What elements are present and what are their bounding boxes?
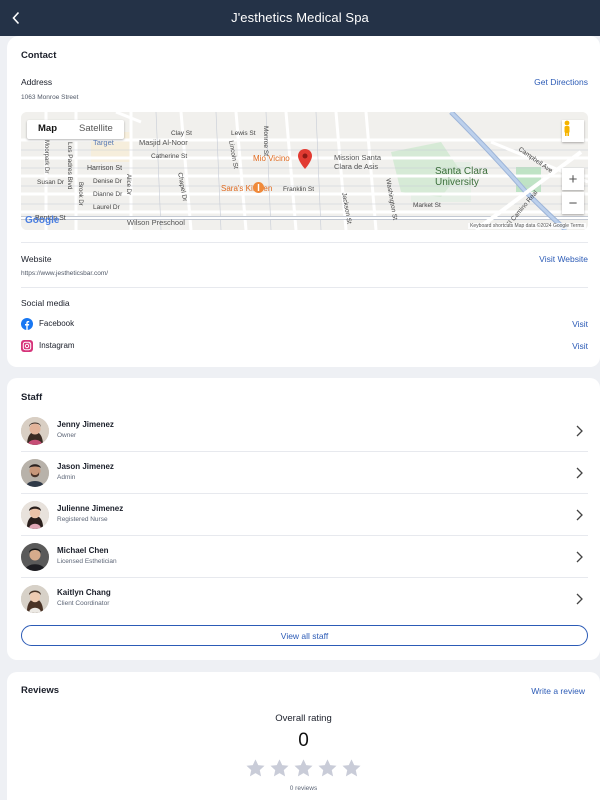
write-review-link[interactable]: Write a review bbox=[531, 686, 585, 696]
staff-role: Licensed Esthetician bbox=[57, 558, 117, 565]
map-label-dianne: Dianne Dr bbox=[93, 191, 123, 198]
map-attribution[interactable]: Keyboard shortcuts Map data ©2024 Google… bbox=[468, 223, 586, 229]
map-label-mission: Mission Santa Clara de Asis bbox=[334, 153, 382, 171]
contact-card: Contact Address Get Directions 1063 Monr… bbox=[7, 36, 600, 367]
social-row-facebook: Facebook Visit bbox=[21, 316, 588, 332]
map-label-clay: Clay St bbox=[171, 130, 192, 137]
map-type-control: Map Satellite bbox=[27, 120, 124, 139]
chevron-right-icon bbox=[576, 551, 583, 563]
avatar bbox=[21, 459, 49, 487]
map-label-masjid: Masjid Al-Noor bbox=[139, 138, 188, 147]
map-label-saras-kitchen: Sara's Kitchen bbox=[221, 184, 273, 193]
instagram-visit-link[interactable]: Visit bbox=[572, 341, 588, 351]
map-label-market: Market St bbox=[413, 202, 441, 209]
social-row-instagram: Instagram Visit bbox=[21, 338, 588, 354]
map-type-map[interactable]: Map bbox=[27, 120, 68, 139]
get-directions-link[interactable]: Get Directions bbox=[534, 77, 588, 87]
star-icon bbox=[318, 759, 337, 777]
address-label: Address bbox=[21, 77, 53, 87]
visit-website-link[interactable]: Visit Website bbox=[539, 254, 588, 264]
star-icon bbox=[246, 759, 265, 777]
map-label-lewis: Lewis St bbox=[231, 130, 256, 137]
page-title: J'esthetics Medical Spa bbox=[231, 10, 369, 25]
staff-name: Julienne Jimenez bbox=[57, 504, 124, 513]
website-label: Website bbox=[21, 254, 52, 264]
map-label-harrison: Harrison St bbox=[87, 165, 123, 172]
staff-name: Jenny Jimenez bbox=[57, 420, 114, 429]
map-label-mio-vicino: Mio Vicino bbox=[253, 154, 290, 163]
reviews-card: Reviews Write a review Overall rating 0 … bbox=[7, 672, 600, 800]
chevron-right-icon bbox=[576, 425, 583, 437]
map-label-alice: Alice Dr bbox=[125, 174, 131, 196]
avatar bbox=[21, 501, 49, 529]
staff-role: Owner bbox=[57, 432, 77, 439]
staff-row[interactable]: Jason Jimenez Admin bbox=[21, 452, 588, 494]
star-icon bbox=[270, 759, 289, 777]
contact-title: Contact bbox=[21, 50, 57, 61]
map-label-moorpark: Moorpark Dr bbox=[43, 140, 49, 174]
social-media-label: Social media bbox=[21, 298, 70, 308]
instagram-icon bbox=[21, 340, 33, 352]
staff-title: Staff bbox=[21, 392, 43, 403]
star-rating bbox=[7, 758, 600, 779]
divider bbox=[21, 287, 588, 288]
zoom-out-button[interactable]: − bbox=[562, 192, 584, 214]
avatar bbox=[21, 585, 49, 613]
map-label-scu: Santa Clara University bbox=[435, 166, 488, 188]
social-name: Instagram bbox=[39, 341, 75, 350]
staff-card: Staff Jenny Jimenez Owner Jason Jimenez … bbox=[7, 378, 600, 660]
staff-name: Kaitlyn Chang bbox=[57, 588, 111, 597]
staff-row[interactable]: Kaitlyn Chang Client Coordinator bbox=[21, 578, 588, 620]
map[interactable]: Map Satellite + − Mio Vicino Sara's Kitc… bbox=[21, 112, 588, 230]
avatar bbox=[21, 417, 49, 445]
social-name: Facebook bbox=[39, 319, 75, 328]
chevron-right-icon bbox=[576, 467, 583, 479]
chevron-right-icon bbox=[576, 509, 583, 521]
website-url: https://www.jestheticsbar.com/ bbox=[21, 270, 109, 277]
map-label-target: Target bbox=[93, 138, 114, 147]
staff-role: Admin bbox=[57, 474, 76, 481]
staff-role: Registered Nurse bbox=[57, 516, 108, 523]
rating-value: 0 bbox=[298, 730, 309, 751]
facebook-visit-link[interactable]: Visit bbox=[572, 319, 588, 329]
map-label-franklin: Franklin St bbox=[283, 186, 315, 193]
map-label-monroe: Monroe St bbox=[262, 126, 269, 156]
star-icon bbox=[342, 759, 361, 777]
pegman-button[interactable] bbox=[562, 120, 584, 142]
staff-row[interactable]: Michael Chen Licensed Esthetician bbox=[21, 536, 588, 578]
facebook-icon bbox=[21, 318, 33, 330]
overall-rating-label: Overall rating bbox=[275, 713, 332, 724]
map-label-catherine: Catherine St bbox=[151, 153, 188, 160]
staff-name: Jason Jimenez bbox=[57, 462, 114, 471]
staff-row[interactable]: Julienne Jimenez Registered Nurse bbox=[21, 494, 588, 536]
staff-name: Michael Chen bbox=[57, 546, 109, 555]
avatar bbox=[21, 543, 49, 571]
map-label-brook: Brook Dr bbox=[77, 182, 83, 206]
reviews-title: Reviews bbox=[21, 685, 60, 696]
map-label-laurel: Laurel Dr bbox=[93, 204, 120, 211]
map-label-denise: Denise Dr bbox=[93, 178, 122, 185]
map-label-susan: Susan Dr bbox=[37, 179, 65, 186]
review-count: 0 reviews bbox=[289, 785, 318, 792]
map-label-los-padres: Los Padres Blvd bbox=[66, 142, 73, 190]
pegman-icon bbox=[564, 120, 570, 136]
star-icon bbox=[294, 759, 313, 777]
address-value: 1063 Monroe Street bbox=[21, 94, 79, 101]
chevron-right-icon bbox=[576, 593, 583, 605]
divider bbox=[21, 242, 588, 243]
map-type-satellite[interactable]: Satellite bbox=[68, 120, 124, 139]
google-logo: Google bbox=[25, 215, 60, 226]
zoom-in-button[interactable]: + bbox=[562, 168, 584, 190]
top-bar: J'esthetics Medical Spa bbox=[0, 0, 600, 36]
staff-row[interactable]: Jenny Jimenez Owner bbox=[21, 410, 588, 452]
location-pin-icon bbox=[298, 149, 312, 169]
view-all-staff-button[interactable]: View all staff bbox=[21, 625, 588, 646]
staff-role: Client Coordinator bbox=[57, 600, 110, 607]
restaurant-icon bbox=[253, 182, 264, 193]
map-label-wilson: Wilson Preschool bbox=[127, 218, 185, 227]
